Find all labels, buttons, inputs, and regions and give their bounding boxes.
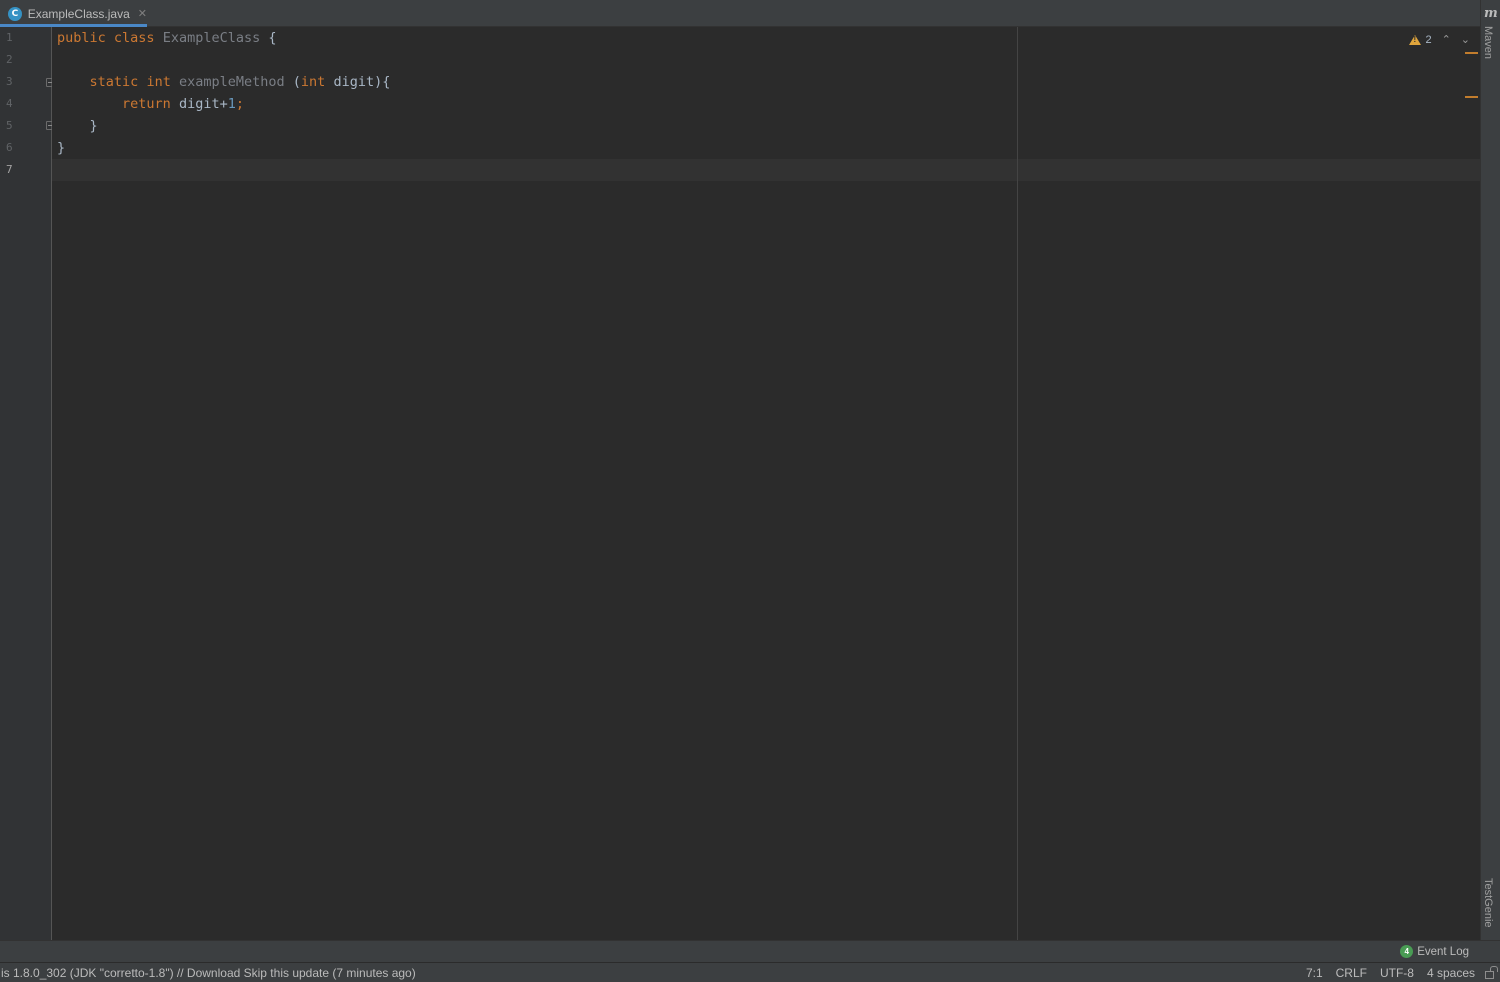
chevron-down-icon[interactable]: ⌄: [1461, 33, 1470, 46]
status-bar: is 1.8.0_302 (JDK "corretto-1.8") // Dow…: [0, 962, 1500, 982]
line-number-current: 7: [6, 163, 13, 176]
warning-icon: [1409, 34, 1422, 45]
event-log-button[interactable]: 4 Event Log: [1400, 945, 1469, 958]
line-separator-widget[interactable]: CRLF: [1336, 966, 1367, 980]
tab-exampleclass-java[interactable]: C ExampleClass.java ✕: [0, 0, 147, 27]
current-line-highlight: [52, 159, 1480, 181]
status-message[interactable]: is 1.8.0_302 (JDK "corretto-1.8") // Dow…: [1, 966, 416, 980]
warning-stripe-marker[interactable]: [1465, 52, 1478, 54]
event-count-badge: 4: [1400, 945, 1414, 958]
caret-position[interactable]: 7:1: [1306, 966, 1323, 980]
code-line-6: }: [57, 140, 66, 156]
right-margin-guide: [1017, 27, 1018, 940]
warning-count: 2: [1425, 33, 1432, 46]
testgenie-tool-button[interactable]: TestGenie: [1482, 878, 1494, 928]
close-icon[interactable]: ✕: [138, 7, 147, 20]
tab-label: ExampleClass.java: [27, 6, 130, 21]
code-editor[interactable]: public class ExampleClass { static int e…: [52, 27, 1480, 940]
indent-widget[interactable]: 4 spaces: [1427, 966, 1475, 980]
line-number: 2: [6, 53, 13, 66]
code-line-5: }: [89, 118, 98, 134]
maven-icon[interactable]: m: [1484, 6, 1498, 21]
line-number: 3: [6, 75, 13, 88]
code-line-4: return digit+1;: [122, 96, 245, 112]
line-number: 6: [6, 141, 13, 154]
status-widgets: 7:1 CRLF UTF-8 4 spaces: [1293, 966, 1498, 980]
line-number-gutter[interactable]: 1 2 3 4 5 6 7: [0, 27, 55, 940]
warning-stripe-marker[interactable]: [1465, 96, 1478, 98]
inspection-widget[interactable]: 2 ⌃ ⌄: [1409, 33, 1470, 46]
maven-tool-button[interactable]: Maven: [1482, 26, 1494, 59]
event-log-label: Event Log: [1417, 945, 1469, 958]
line-number: 1: [6, 31, 13, 44]
editor-tab-bar: C ExampleClass.java ✕: [0, 0, 1480, 27]
line-number: 4: [6, 97, 13, 110]
line-number: 5: [6, 119, 13, 132]
lock-icon[interactable]: [1485, 966, 1498, 979]
right-tool-strip: m Maven TestGenie: [1480, 0, 1500, 940]
java-class-icon: C: [8, 6, 22, 21]
code-line-1: public class ExampleClass {: [57, 30, 277, 46]
chevron-up-icon[interactable]: ⌃: [1442, 33, 1451, 46]
tool-window-bar: 4 Event Log: [0, 940, 1500, 962]
encoding-widget[interactable]: UTF-8: [1380, 966, 1414, 980]
code-line-3: static int exampleMethod (int digit){: [89, 74, 391, 90]
